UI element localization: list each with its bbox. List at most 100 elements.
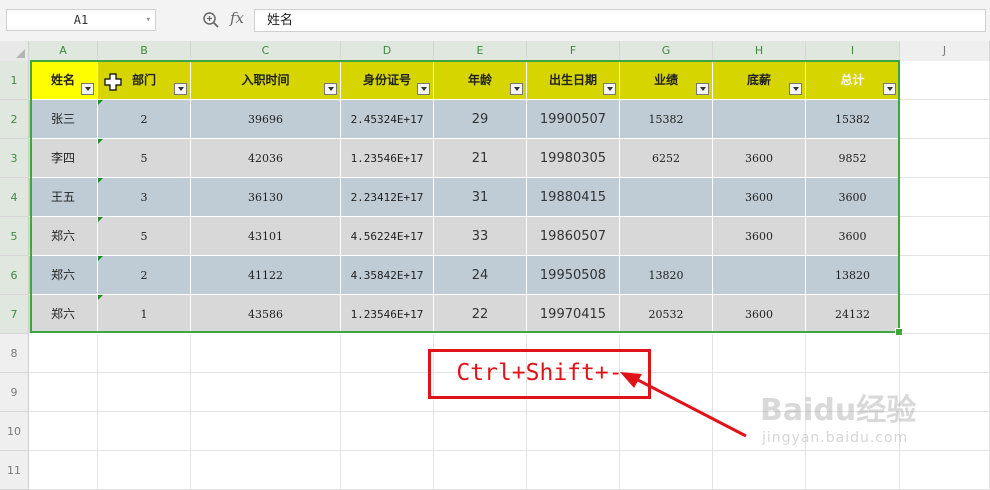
- filter-dropdown-icon[interactable]: [81, 83, 94, 95]
- header-cell-name[interactable]: 姓名: [29, 61, 98, 100]
- cell-birth-date[interactable]: 19970415: [527, 295, 620, 334]
- cell-name[interactable]: 李四: [29, 139, 98, 178]
- cell-age[interactable]: 22: [434, 295, 527, 334]
- cell-total[interactable]: 3600: [806, 178, 900, 217]
- filter-dropdown-icon[interactable]: [603, 83, 616, 95]
- cell-hire-date[interactable]: 41122: [191, 256, 341, 295]
- empty-cell[interactable]: [341, 412, 434, 451]
- name-box-dropdown-icon[interactable]: ▾: [146, 10, 151, 30]
- header-cell-performance[interactable]: 业绩: [620, 61, 713, 100]
- header-cell-base-salary[interactable]: 底薪: [713, 61, 806, 100]
- empty-cell[interactable]: [713, 451, 806, 490]
- empty-cell[interactable]: [98, 334, 191, 373]
- cell-base-salary[interactable]: 3600: [713, 295, 806, 334]
- empty-cell[interactable]: [434, 412, 527, 451]
- row-header-4[interactable]: 4: [0, 178, 29, 217]
- empty-cell[interactable]: [527, 451, 620, 490]
- cell-base-salary[interactable]: 3600: [713, 139, 806, 178]
- cell-hire-date[interactable]: 36130: [191, 178, 341, 217]
- cell-age[interactable]: 29: [434, 100, 527, 139]
- cell-performance[interactable]: 6252: [620, 139, 713, 178]
- column-header-h[interactable]: H: [713, 41, 806, 61]
- select-all-corner[interactable]: [0, 41, 29, 61]
- cell-total[interactable]: 24132: [806, 295, 900, 334]
- empty-cell[interactable]: [434, 451, 527, 490]
- cell-birth-date[interactable]: 19900507: [527, 100, 620, 139]
- empty-cell[interactable]: [98, 373, 191, 412]
- empty-cell[interactable]: [341, 334, 434, 373]
- row-header-11[interactable]: 11: [0, 451, 29, 490]
- cell-id-number[interactable]: 4.56224E+17: [341, 217, 434, 256]
- empty-cell[interactable]: [29, 451, 98, 490]
- empty-cell[interactable]: [713, 334, 806, 373]
- column-header-d[interactable]: D: [341, 41, 434, 61]
- empty-cell[interactable]: [900, 256, 990, 295]
- cell-dept[interactable]: 1: [98, 295, 191, 334]
- cell-name[interactable]: 郑六: [29, 256, 98, 295]
- empty-cell[interactable]: [900, 61, 990, 100]
- cell-name[interactable]: 郑六: [29, 295, 98, 334]
- filter-dropdown-icon[interactable]: [174, 83, 187, 95]
- cell-base-salary[interactable]: 3600: [713, 217, 806, 256]
- zoom-icon[interactable]: [202, 11, 220, 29]
- column-header-c[interactable]: C: [191, 41, 341, 61]
- cell-dept[interactable]: 3: [98, 178, 191, 217]
- cell-hire-date[interactable]: 43101: [191, 217, 341, 256]
- column-header-b[interactable]: B: [98, 41, 191, 61]
- filter-dropdown-icon[interactable]: [883, 83, 896, 95]
- row-header-5[interactable]: 5: [0, 217, 29, 256]
- cell-name[interactable]: 王五: [29, 178, 98, 217]
- formula-input[interactable]: 姓名: [254, 9, 986, 32]
- row-header-1[interactable]: 1: [0, 61, 29, 100]
- cell-total[interactable]: 3600: [806, 217, 900, 256]
- empty-cell[interactable]: [191, 412, 341, 451]
- cell-birth-date[interactable]: 19980305: [527, 139, 620, 178]
- cell-id-number[interactable]: 2.45324E+17: [341, 100, 434, 139]
- cell-id-number[interactable]: 4.35842E+17: [341, 256, 434, 295]
- empty-cell[interactable]: [806, 334, 900, 373]
- cell-id-number[interactable]: 2.23412E+17: [341, 178, 434, 217]
- cell-age[interactable]: 33: [434, 217, 527, 256]
- header-cell-total[interactable]: 总计: [806, 61, 900, 100]
- header-cell-birth-date[interactable]: 出生日期: [527, 61, 620, 100]
- cell-base-salary[interactable]: 3600: [713, 178, 806, 217]
- cell-dept[interactable]: 2: [98, 256, 191, 295]
- empty-cell[interactable]: [29, 412, 98, 451]
- header-cell-hire-date[interactable]: 入职时间: [191, 61, 341, 100]
- row-header-7[interactable]: 7: [0, 295, 29, 334]
- cell-id-number[interactable]: 1.23546E+17: [341, 139, 434, 178]
- cell-hire-date[interactable]: 42036: [191, 139, 341, 178]
- cell-dept[interactable]: 5: [98, 217, 191, 256]
- cell-birth-date[interactable]: 19950508: [527, 256, 620, 295]
- header-cell-id-number[interactable]: 身份证号: [341, 61, 434, 100]
- cell-total[interactable]: 15382: [806, 100, 900, 139]
- empty-cell[interactable]: [98, 451, 191, 490]
- empty-cell[interactable]: [900, 217, 990, 256]
- row-header-8[interactable]: 8: [0, 334, 29, 373]
- cell-birth-date[interactable]: 19860507: [527, 217, 620, 256]
- column-header-j[interactable]: J: [900, 41, 990, 61]
- cell-total[interactable]: 13820: [806, 256, 900, 295]
- empty-cell[interactable]: [98, 412, 191, 451]
- cell-age[interactable]: 24: [434, 256, 527, 295]
- filter-dropdown-icon[interactable]: [789, 83, 802, 95]
- cell-age[interactable]: 21: [434, 139, 527, 178]
- function-icon[interactable]: fx: [230, 9, 244, 27]
- column-header-a[interactable]: A: [29, 41, 98, 61]
- row-header-3[interactable]: 3: [0, 139, 29, 178]
- empty-cell[interactable]: [341, 373, 434, 412]
- column-header-f[interactable]: F: [527, 41, 620, 61]
- empty-cell[interactable]: [900, 100, 990, 139]
- cell-performance[interactable]: 15382: [620, 100, 713, 139]
- filter-dropdown-icon[interactable]: [417, 83, 430, 95]
- header-cell-age[interactable]: 年龄: [434, 61, 527, 100]
- cell-age[interactable]: 31: [434, 178, 527, 217]
- filter-dropdown-icon[interactable]: [324, 83, 337, 95]
- empty-cell[interactable]: [900, 139, 990, 178]
- empty-cell[interactable]: [900, 334, 990, 373]
- cell-name[interactable]: 张三: [29, 100, 98, 139]
- empty-cell[interactable]: [620, 451, 713, 490]
- empty-cell[interactable]: [900, 451, 990, 490]
- row-header-2[interactable]: 2: [0, 100, 29, 139]
- row-header-9[interactable]: 9: [0, 373, 29, 412]
